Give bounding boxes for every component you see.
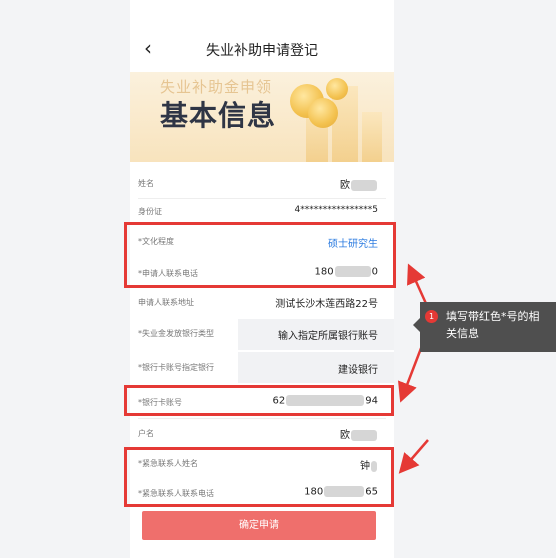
field-label: 身份证 xyxy=(138,207,162,216)
field-value: 欧 xyxy=(340,176,378,191)
field-label: *失业金发放银行类型 xyxy=(138,329,214,338)
tooltip-text: 填写带红色*号的相关信息 xyxy=(446,310,540,340)
divider xyxy=(138,418,386,419)
field-label: 申请人联系地址 xyxy=(138,298,194,307)
banner: 失业补助金申领 基本信息 xyxy=(130,72,394,162)
field-value[interactable]: 测试长沙木莲西路22号 xyxy=(275,295,378,310)
submit-button[interactable]: 确定申请 xyxy=(142,511,376,540)
divider xyxy=(138,198,386,199)
top-bar: ‹ 失业补助申请登记 xyxy=(130,0,394,72)
decor-bar xyxy=(362,112,382,162)
field-row-applicant-address[interactable]: 申请人联系地址 测试长沙木莲西路22号 xyxy=(130,290,394,316)
field-value: 欧 xyxy=(340,426,378,441)
field-row-designated-bank[interactable]: *银行卡账号指定银行 建设银行 xyxy=(130,353,394,383)
coin-icon xyxy=(326,78,348,100)
step-number-badge: 1 xyxy=(425,310,438,323)
highlight-box xyxy=(124,385,394,416)
highlight-box xyxy=(124,222,396,288)
field-row-name[interactable]: 姓名 欧 xyxy=(130,172,394,198)
banner-heading: 基本信息 xyxy=(160,99,277,132)
hint-tooltip: 1 填写带红色*号的相关信息 xyxy=(413,302,556,352)
field-value: 4****************5 xyxy=(294,205,378,215)
field-row-account-name[interactable]: 户名 欧 xyxy=(130,420,394,446)
field-value[interactable]: 输入指定所属银行账号 xyxy=(278,327,378,342)
field-label: 户名 xyxy=(138,429,154,438)
field-row-id-card[interactable]: 身份证 4****************5 xyxy=(130,200,394,224)
highlight-box xyxy=(124,447,394,507)
tooltip-pointer xyxy=(413,318,420,332)
coin-icon xyxy=(308,98,338,128)
field-value[interactable]: 建设银行 xyxy=(338,361,378,376)
field-row-bank-type[interactable]: *失业金发放银行类型 输入指定所属银行账号 xyxy=(130,320,394,350)
arrow-line xyxy=(398,439,429,474)
field-label: 姓名 xyxy=(138,179,154,188)
page-title: 失业补助申请登记 xyxy=(206,43,318,59)
field-label: *银行卡账号指定银行 xyxy=(138,363,214,372)
